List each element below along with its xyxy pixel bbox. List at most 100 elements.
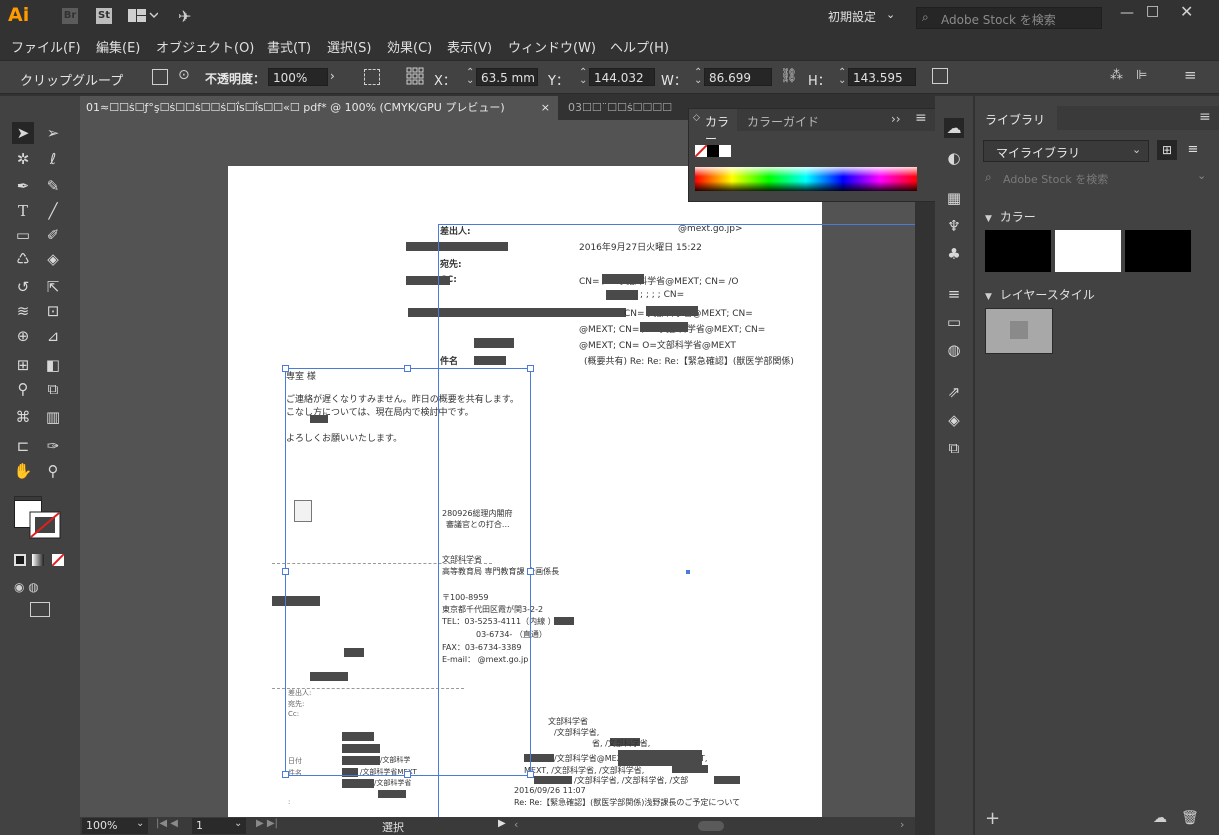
black-swatch[interactable] [707,145,719,157]
library-color-swatch[interactable] [1055,230,1121,272]
grid-view-icon[interactable]: ⊞ [1157,140,1177,160]
constrain-proportions-icon[interactable]: ⛓ [780,68,798,84]
cloud-sync-icon[interactable]: ☁ [1153,810,1167,826]
symbols-panel-icon[interactable]: ♣ [944,244,964,264]
curvature-tool-icon[interactable]: ✎ [42,175,64,197]
draw-mode-icon[interactable]: ◉ ◍ [14,580,39,594]
menu-view[interactable]: 表示(V) [447,37,492,56]
rotate-tool-icon[interactable]: ↺ [12,276,34,298]
delete-icon[interactable]: 🗑 [1181,810,1199,826]
slice-tool-icon[interactable]: ✑ [42,435,64,457]
control-menu-icon[interactable]: ≡ [1184,66,1197,84]
x-field[interactable]: 63.5 mm [476,68,538,86]
eraser-tool-icon[interactable]: ◈ [42,248,64,270]
maximize-icon[interactable]: □ [1146,3,1159,19]
list-view-icon[interactable]: ≡ [1183,140,1203,160]
tab-color[interactable]: ◇ カラー [689,109,737,146]
h-stepper-icon[interactable]: ⌃ ⌄ [838,68,846,86]
brushes-panel-icon[interactable]: ♆ [944,216,964,236]
none-swatch[interactable] [694,144,708,158]
library-dropdown[interactable]: マイライブラリ ⌄ [983,140,1149,162]
first-artboard-icon[interactable]: |◀ ◀ [156,818,178,829]
close-icon[interactable]: ✕ [1180,2,1193,21]
tab-document-2[interactable]: 03☐☐¨☐☐ṡ☐☐☐☐ [562,96,688,120]
menu-effect[interactable]: 効果(C) [387,37,432,56]
w-field[interactable]: 86.699 mm [704,68,772,86]
graph-tool-icon[interactable]: ▥ [42,406,64,428]
align-to-icon[interactable] [364,69,380,85]
artboards-panel-icon[interactable]: ⧉ [944,438,964,458]
blend-tool-icon[interactable]: ⧉ [42,378,64,400]
h-field[interactable]: 143.595 mm [848,68,916,86]
libraries-menu-icon[interactable]: ≡ [1199,109,1211,125]
gradient-mode-icon[interactable] [32,554,44,566]
section-colors[interactable]: ▼ カラー [985,208,1036,225]
chevron-right-icon[interactable]: › [330,69,335,83]
align-icon[interactable]: ⊫ [1136,68,1147,83]
line-tool-icon[interactable]: ╱ [42,200,64,222]
color-spectrum[interactable] [695,167,917,191]
layers-panel-icon[interactable]: ◈ [944,410,964,430]
selection-tool-icon[interactable]: ➤ [12,122,34,144]
opacity-field[interactable]: 100% [268,68,328,86]
selection-handle[interactable] [404,771,411,778]
x-stepper-icon[interactable]: ⌃ ⌄ [466,68,474,86]
library-search[interactable]: ⌕ Adobe Stock を検索 ⌄ [983,168,1211,188]
minimize-icon[interactable]: — [1120,5,1134,21]
bridge-button[interactable]: Br [62,8,78,24]
selection-handle[interactable] [527,568,534,575]
direct-selection-tool-icon[interactable]: ➢ [42,122,64,144]
stock-search-box[interactable]: ⌕ Adobe Stock を検索 [916,7,1102,29]
transform-icon[interactable] [932,68,948,84]
stock-button[interactable]: St [96,8,112,24]
menu-object[interactable]: オブジェクト(O) [156,37,254,56]
paintbrush-tool-icon[interactable]: ✐ [42,224,64,246]
selection-handle[interactable] [282,568,289,575]
artboard-number-field[interactable]: 1 ⌄ [192,818,246,834]
eyedropper-tool-icon[interactable]: ⚲ [12,378,34,400]
y-stepper-icon[interactable]: ⌃ ⌄ [579,68,587,86]
selection-handle[interactable] [404,365,411,372]
artboard-tool-icon[interactable]: ⊏ [12,435,34,457]
rectangle-tool-icon[interactable]: ▭ [12,224,34,246]
tab-libraries[interactable]: ライブラリ [975,106,1057,130]
lasso-tool-icon[interactable]: ℓ [42,148,64,170]
mesh-tool-icon[interactable]: ⊞ [12,354,34,376]
menu-file[interactable]: ファイル(F) [11,37,81,56]
menu-window[interactable]: ウィンドウ(W) [508,37,596,56]
tab-document-active[interactable]: 01≈☐☐ṡ☐ƒ°ş☐ṡ☐☐ṡ☐☐ṡ☐ḯs☐ḯs☐☐«☐ pdf* @ 100%… [80,96,558,120]
export-panel-icon[interactable]: ⇗ [944,382,964,402]
menu-help[interactable]: ヘルプ(H) [610,37,669,56]
scroll-right-icon[interactable]: › [900,818,904,831]
symbol-sprayer-tool-icon[interactable]: ⌘ [12,406,34,428]
scroll-thumb[interactable] [698,821,724,831]
zoom-field[interactable]: 100% ⌄ [82,818,148,834]
status-menu-icon[interactable]: ▶ [498,818,506,829]
color-panel-icon[interactable]: ◐ [944,148,964,168]
selection-handle[interactable] [282,771,289,778]
zoom-tool-icon[interactable]: ⚲ [42,460,64,482]
appearance-panel-icon[interactable]: ◍ [944,340,964,360]
layer-style-thumbnail[interactable] [985,308,1053,354]
reference-point-icon[interactable] [406,67,424,85]
gradient-panel-icon[interactable]: ▭ [944,312,964,332]
width-tool-icon[interactable]: ≋ [12,300,34,322]
color-mode-icon[interactable] [14,554,26,566]
library-color-swatch[interactable] [985,230,1051,272]
panel-menu-icon[interactable]: ≡ [915,110,927,126]
perspective-grid-tool-icon[interactable]: ⊿ [42,325,64,347]
menu-type[interactable]: 書式(T) [267,37,311,56]
gpu-performance-icon[interactable]: ✈ [178,7,191,26]
stroke-panel-icon[interactable]: ≡ [944,284,964,304]
library-color-swatch[interactable] [1125,230,1191,272]
free-transform-tool-icon[interactable]: ⊡ [42,300,64,322]
type-tool-icon[interactable]: T [12,200,34,222]
libraries-panel-icon[interactable]: ☁ [944,118,964,138]
arrange-documents-icon[interactable] [128,9,159,22]
w-stepper-icon[interactable]: ⌃ ⌄ [694,68,702,86]
hand-tool-icon[interactable]: ✋ [12,460,34,482]
stroke-swatch[interactable] [28,510,62,540]
selection-handle[interactable] [527,771,534,778]
workspace-switcher[interactable]: 初期設定 ⌄ [822,6,904,26]
shape-builder-tool-icon[interactable]: ⊕ [12,325,34,347]
